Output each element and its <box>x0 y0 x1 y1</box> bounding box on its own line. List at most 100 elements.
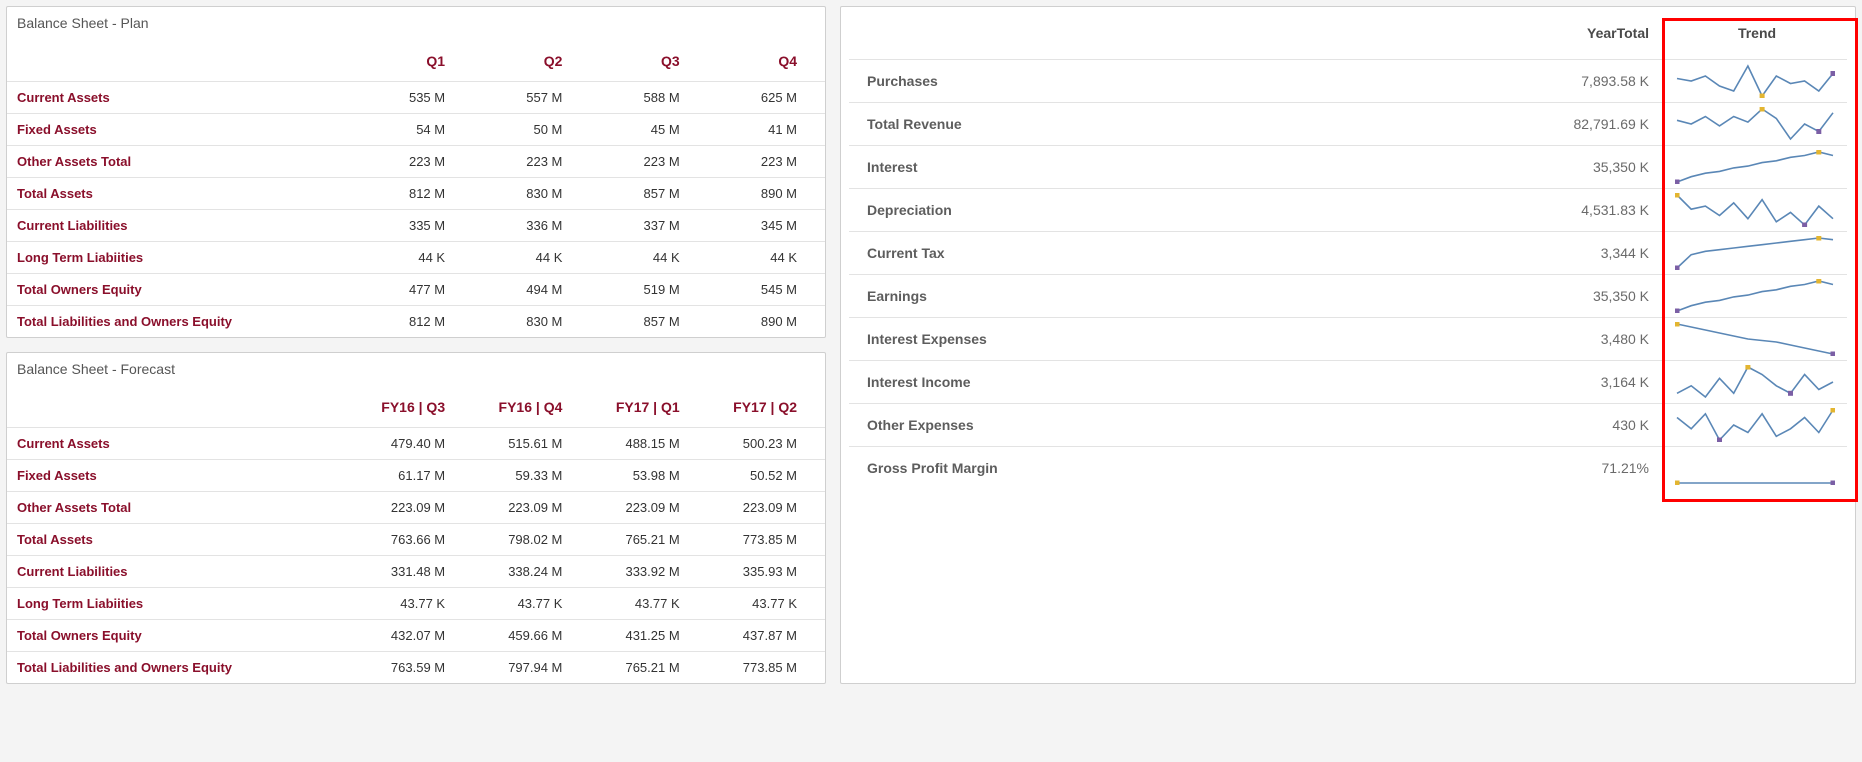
sparkline-cell <box>1667 318 1847 361</box>
metric-label: Gross Profit Margin <box>849 447 1327 490</box>
cell-value: 223 M <box>590 146 707 178</box>
table-row[interactable]: Total Assets763.66 M798.02 M765.21 M773.… <box>7 524 825 556</box>
sparkline-cell <box>1667 404 1847 447</box>
cell-value: 798.02 M <box>473 524 590 556</box>
cell-value: 557 M <box>473 82 590 114</box>
column-header[interactable]: Q1 <box>356 45 473 82</box>
cell-value: 44 K <box>590 242 707 274</box>
column-header[interactable]: Q2 <box>473 45 590 82</box>
column-header[interactable]: FY17 | Q1 <box>590 391 707 428</box>
summary-row[interactable]: Interest Income3,164 K <box>849 361 1847 404</box>
cell-value: 773.85 M <box>708 652 825 684</box>
sparkline-icon <box>1675 365 1835 399</box>
summary-row[interactable]: Total Revenue82,791.69 K <box>849 103 1847 146</box>
metric-value: 3,344 K <box>1327 232 1667 275</box>
cell-value: 43.77 K <box>473 588 590 620</box>
cell-value: 44 K <box>356 242 473 274</box>
cell-value: 336 M <box>473 210 590 242</box>
cell-value: 890 M <box>708 178 825 210</box>
column-header[interactable]: FY16 | Q4 <box>473 391 590 428</box>
cell-value: 857 M <box>590 178 707 210</box>
cell-value: 763.59 M <box>356 652 473 684</box>
table-row[interactable]: Current Assets535 M557 M588 M625 M <box>7 82 825 114</box>
table-row[interactable]: Total Liabilities and Owners Equity763.5… <box>7 652 825 684</box>
metric-label: Interest Income <box>849 361 1327 404</box>
cell-value: 857 M <box>590 306 707 338</box>
summary-row[interactable]: Other Expenses430 K <box>849 404 1847 447</box>
forecast-table: FY16 | Q3FY16 | Q4FY17 | Q1FY17 | Q2 Cur… <box>7 391 825 683</box>
row-label: Other Assets Total <box>7 146 356 178</box>
metric-label: Depreciation <box>849 189 1327 232</box>
summary-row[interactable]: Interest35,350 K <box>849 146 1847 189</box>
summary-row[interactable]: Gross Profit Margin71.21% <box>849 447 1847 490</box>
cell-value: 432.07 M <box>356 620 473 652</box>
row-label: Current Liabilities <box>7 210 356 242</box>
balance-sheet-plan-card: Balance Sheet - Plan Q1Q2Q3Q4 Current As… <box>6 6 826 338</box>
table-row[interactable]: Other Assets Total223 M223 M223 M223 M <box>7 146 825 178</box>
cell-value: 545 M <box>708 274 825 306</box>
cell-value: 53.98 M <box>590 460 707 492</box>
cell-value: 588 M <box>590 82 707 114</box>
table-row[interactable]: Total Assets812 M830 M857 M890 M <box>7 178 825 210</box>
summary-row[interactable]: Purchases7,893.58 K <box>849 60 1847 103</box>
column-header[interactable]: Q3 <box>590 45 707 82</box>
metric-label: Earnings <box>849 275 1327 318</box>
cell-value: 345 M <box>708 210 825 242</box>
table-row[interactable]: Current Assets479.40 M515.61 M488.15 M50… <box>7 428 825 460</box>
summary-row[interactable]: Current Tax3,344 K <box>849 232 1847 275</box>
column-header[interactable]: FY16 | Q3 <box>356 391 473 428</box>
table-row[interactable]: Fixed Assets54 M50 M45 M41 M <box>7 114 825 146</box>
cell-value: 223.09 M <box>590 492 707 524</box>
card-title-plan: Balance Sheet - Plan <box>7 7 825 45</box>
row-label: Current Liabilities <box>7 556 356 588</box>
metric-label: Other Expenses <box>849 404 1327 447</box>
cell-value: 59.33 M <box>473 460 590 492</box>
metric-label: Purchases <box>849 60 1327 103</box>
card-title-forecast: Balance Sheet - Forecast <box>7 353 825 391</box>
year-summary-card: YearTotal Trend Purchases7,893.58 K Tota… <box>840 6 1856 684</box>
summary-row[interactable]: Interest Expenses3,480 K <box>849 318 1847 361</box>
summary-row[interactable]: Depreciation4,531.83 K <box>849 189 1847 232</box>
metric-label: Total Revenue <box>849 103 1327 146</box>
sparkline-cell <box>1667 232 1847 275</box>
table-row[interactable]: Total Owners Equity432.07 M459.66 M431.2… <box>7 620 825 652</box>
row-label: Fixed Assets <box>7 460 356 492</box>
row-label: Other Assets Total <box>7 492 356 524</box>
summary-row[interactable]: Earnings35,350 K <box>849 275 1847 318</box>
cell-value: 773.85 M <box>708 524 825 556</box>
cell-value: 515.61 M <box>473 428 590 460</box>
cell-value: 459.66 M <box>473 620 590 652</box>
metric-value: 35,350 K <box>1327 146 1667 189</box>
table-row[interactable]: Other Assets Total223.09 M223.09 M223.09… <box>7 492 825 524</box>
sparkline-icon <box>1675 322 1835 356</box>
metric-label: Current Tax <box>849 232 1327 275</box>
cell-value: 338.24 M <box>473 556 590 588</box>
metric-label: Interest Expenses <box>849 318 1327 361</box>
cell-value: 431.25 M <box>590 620 707 652</box>
cell-value: 812 M <box>356 178 473 210</box>
cell-value: 337 M <box>590 210 707 242</box>
cell-value: 331.48 M <box>356 556 473 588</box>
table-row[interactable]: Current Liabilities331.48 M338.24 M333.9… <box>7 556 825 588</box>
table-row[interactable]: Total Owners Equity477 M494 M519 M545 M <box>7 274 825 306</box>
row-label: Total Liabilities and Owners Equity <box>7 306 356 338</box>
cell-value: 535 M <box>356 82 473 114</box>
table-row[interactable]: Long Term Liabiities43.77 K43.77 K43.77 … <box>7 588 825 620</box>
row-label: Fixed Assets <box>7 114 356 146</box>
sparkline-icon <box>1675 64 1835 98</box>
column-header[interactable]: Q4 <box>708 45 825 82</box>
cell-value: 223 M <box>708 146 825 178</box>
table-row[interactable]: Total Liabilities and Owners Equity812 M… <box>7 306 825 338</box>
column-header[interactable]: FY17 | Q2 <box>708 391 825 428</box>
balance-sheet-forecast-card: Balance Sheet - Forecast FY16 | Q3FY16 |… <box>6 352 826 684</box>
cell-value: 333.92 M <box>590 556 707 588</box>
cell-value: 519 M <box>590 274 707 306</box>
row-label: Total Assets <box>7 524 356 556</box>
table-row[interactable]: Fixed Assets61.17 M59.33 M53.98 M50.52 M <box>7 460 825 492</box>
table-row[interactable]: Long Term Liabiities44 K44 K44 K44 K <box>7 242 825 274</box>
cell-value: 61.17 M <box>356 460 473 492</box>
cell-value: 890 M <box>708 306 825 338</box>
table-row[interactable]: Current Liabilities335 M336 M337 M345 M <box>7 210 825 242</box>
cell-value: 494 M <box>473 274 590 306</box>
cell-value: 830 M <box>473 178 590 210</box>
